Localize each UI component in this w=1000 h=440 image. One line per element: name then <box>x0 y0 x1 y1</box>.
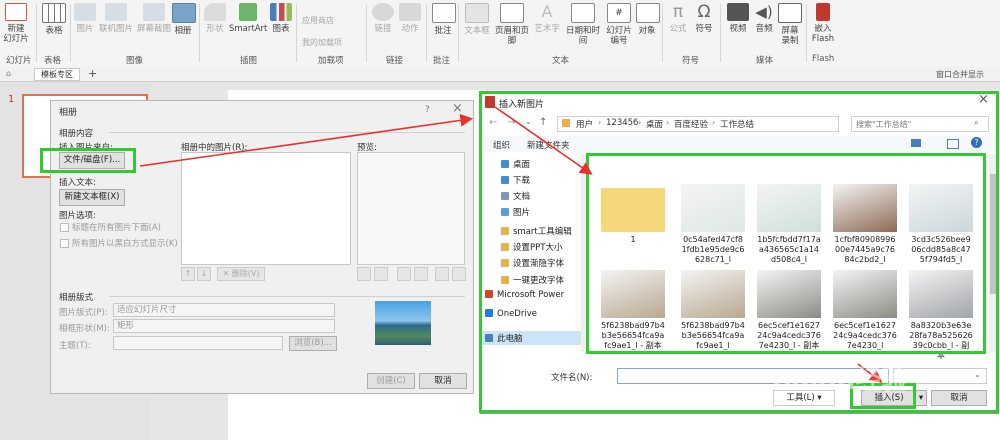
baidu-watermark-logo: Baidu经验 <box>772 366 908 396</box>
arrow-to-dialog <box>139 114 474 167</box>
arrow-to-files <box>494 106 593 175</box>
baidu-watermark-url: jingyan.baidu.com <box>842 420 946 431</box>
